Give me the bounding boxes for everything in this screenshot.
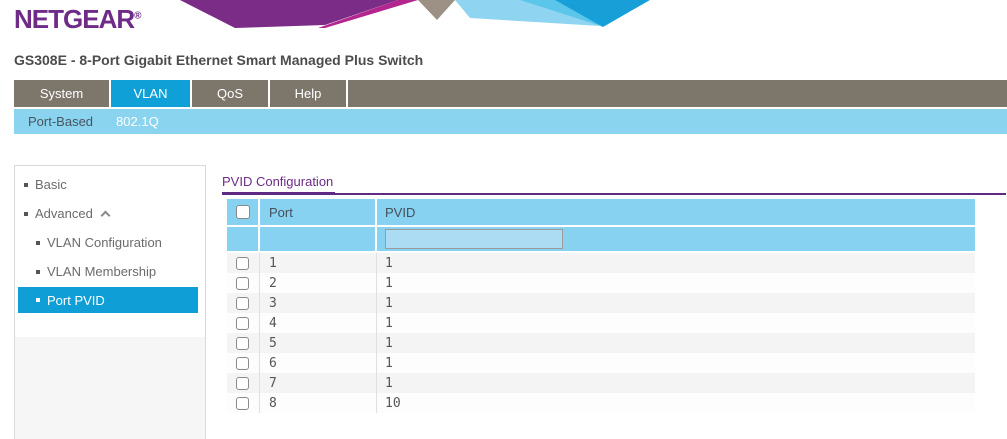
table-row: 3 1 — [227, 293, 975, 313]
port-cell: 8 — [260, 393, 377, 413]
sidebar-item-label: Port PVID — [47, 293, 105, 308]
bullet-icon — [36, 241, 40, 245]
port-cell: 2 — [260, 273, 377, 293]
sidebar-item-vlan-configuration[interactable]: VLAN Configuration — [15, 228, 205, 257]
table-row: 7 1 — [227, 373, 975, 393]
row-checkbox[interactable] — [236, 397, 249, 410]
row-checkbox[interactable] — [236, 337, 249, 350]
chevron-up-icon — [100, 211, 110, 221]
row-checkbox-cell — [227, 353, 260, 373]
header-checkbox-cell — [227, 199, 260, 225]
pvid-cell: 1 — [377, 333, 975, 353]
sidebar-item-label: VLAN Membership — [47, 264, 156, 279]
sidebar-menu: Basic Advanced VLAN Configuration VLAN M… — [15, 166, 205, 337]
tab-help[interactable]: Help — [270, 80, 348, 107]
header-banner-graphic — [0, 0, 1007, 30]
bullet-icon — [24, 212, 28, 216]
port-cell: 5 — [260, 333, 377, 353]
sidebar: Basic Advanced VLAN Configuration VLAN M… — [14, 165, 206, 439]
table-row: 5 1 — [227, 333, 975, 353]
bullet-icon — [36, 298, 40, 302]
pvid-input[interactable] — [385, 229, 563, 249]
sidebar-item-advanced[interactable]: Advanced — [15, 199, 205, 228]
table-header-row: Port PVID — [227, 199, 975, 225]
row-checkbox[interactable] — [236, 297, 249, 310]
table-row: 8 10 — [227, 393, 975, 413]
table-row: 6 1 — [227, 353, 975, 373]
sidebar-item-basic[interactable]: Basic — [15, 170, 205, 199]
row-checkbox[interactable] — [236, 317, 249, 330]
filter-port-cell — [260, 227, 377, 251]
tab-vlan[interactable]: VLAN — [111, 80, 192, 107]
row-checkbox-cell — [227, 293, 260, 313]
filter-pvid-cell — [377, 227, 975, 251]
tab-qos[interactable]: QoS — [192, 80, 270, 107]
sidebar-item-label: Advanced — [35, 206, 93, 221]
table-row: 1 1 — [227, 253, 975, 273]
sidebar-item-label: Basic — [35, 177, 67, 192]
row-checkbox[interactable] — [236, 357, 249, 370]
tab-system[interactable]: System — [14, 80, 111, 107]
section-header: PVID Configuration — [222, 173, 1006, 195]
table-row: 4 1 — [227, 313, 975, 333]
pvid-column-header: PVID — [377, 199, 975, 225]
registered-mark: ® — [134, 10, 141, 21]
table-filter-row — [227, 227, 975, 251]
bullet-icon — [36, 270, 40, 274]
pvid-cell: 1 — [377, 273, 975, 293]
row-checkbox-cell — [227, 253, 260, 273]
row-checkbox-cell — [227, 333, 260, 353]
row-checkbox[interactable] — [236, 277, 249, 290]
row-checkbox[interactable] — [236, 257, 249, 270]
row-checkbox-cell — [227, 273, 260, 293]
pvid-cell: 1 — [377, 293, 975, 313]
subnav-802-1q[interactable]: 802.1Q — [116, 114, 159, 129]
pvid-cell: 1 — [377, 313, 975, 333]
pvid-cell: 1 — [377, 353, 975, 373]
secondary-nav: Port-Based 802.1Q — [14, 109, 1007, 134]
sidebar-item-label: VLAN Configuration — [47, 235, 162, 250]
bullet-icon — [24, 183, 28, 187]
table-row: 2 1 — [227, 273, 975, 293]
port-cell: 1 — [260, 253, 377, 273]
pvid-cell: 1 — [377, 373, 975, 393]
pvid-cell: 10 — [377, 393, 975, 413]
port-cell: 6 — [260, 353, 377, 373]
page-title: PVID Configuration — [222, 174, 335, 195]
port-cell: 4 — [260, 313, 377, 333]
row-checkbox-cell — [227, 393, 260, 413]
primary-nav: System VLAN QoS Help — [14, 80, 1007, 107]
sidebar-item-port-pvid[interactable]: Port PVID — [18, 287, 198, 313]
port-cell: 3 — [260, 293, 377, 313]
row-checkbox[interactable] — [236, 377, 249, 390]
pvid-cell: 1 — [377, 253, 975, 273]
sidebar-item-vlan-membership[interactable]: VLAN Membership — [15, 257, 205, 286]
pvid-table: Port PVID 1 1 2 1 3 1 4 1 — [227, 199, 975, 413]
port-cell: 7 — [260, 373, 377, 393]
filter-checkbox-cell — [227, 227, 260, 251]
device-title: GS308E - 8-Port Gigabit Ethernet Smart M… — [14, 52, 423, 68]
row-checkbox-cell — [227, 373, 260, 393]
netgear-logo: NETGEAR® — [14, 4, 142, 35]
subnav-port-based[interactable]: Port-Based — [28, 114, 93, 129]
row-checkbox-cell — [227, 313, 260, 333]
select-all-checkbox[interactable] — [236, 205, 250, 219]
port-column-header: Port — [260, 199, 377, 225]
table-body: 1 1 2 1 3 1 4 1 5 1 6 1 — [227, 253, 975, 413]
